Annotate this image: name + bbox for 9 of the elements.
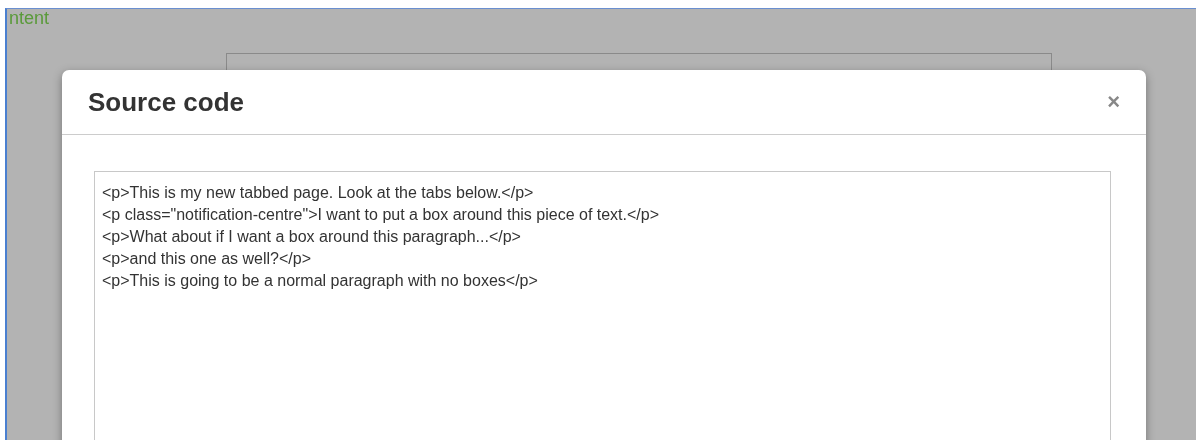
- code-line: <p class="notification-centre">I want to put a box around this piece of text.</p>: [102, 205, 661, 225]
- code-line: <p>This is my new tabbed page. Look at the tabs below.</p>: [102, 183, 535, 203]
- code-line: <p>This is going to be a normal paragraph with no boxes</p>: [102, 271, 539, 291]
- dialog-title: Source code: [88, 86, 245, 118]
- source-code-field[interactable]: [94, 171, 1111, 440]
- close-button[interactable]: ×: [1107, 89, 1120, 115]
- code-line: <p>What about if I want a box around this paragraph...</p>: [102, 227, 522, 247]
- page-heading: ntent: [8, 9, 51, 27]
- code-line: <p>and this one as well?</p>: [102, 249, 313, 269]
